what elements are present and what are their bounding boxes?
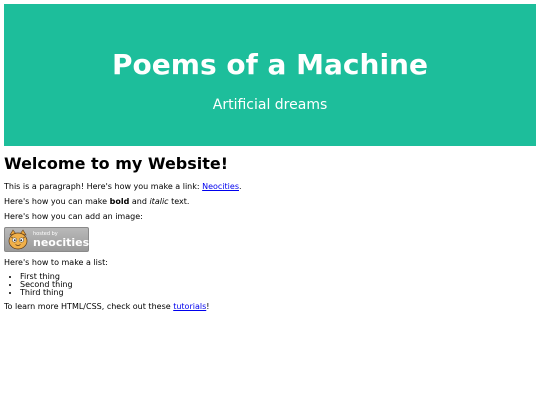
badge-brand-text: neocities [33,236,90,249]
neocities-link[interactable]: Neocities [202,182,239,191]
list-item: First thing [20,273,534,281]
paragraph-list-intro: Here's how to make a list: [4,258,108,267]
paragraph-text: ! [206,302,210,311]
paragraph-link-example: This is a paragraph! Here's how you make… [4,182,534,192]
site-title: Poems of a Machine [112,48,428,81]
tutorials-link[interactable]: tutorials [173,302,206,311]
example-list: First thing Second thing Third thing [4,273,534,297]
list-item: Second thing [20,281,534,289]
hero-banner: Poems of a Machine Artificial dreams [4,4,536,146]
paragraph-tutorials: To learn more HTML/CSS, check out these … [4,302,534,312]
paragraph-image-intro: Here's how you can add an image: [4,212,143,221]
bold-text: bold [109,197,130,206]
welcome-heading: Welcome to my Website! [4,154,229,173]
paragraph-text: and [129,197,150,206]
paragraph-text: text. [168,197,190,206]
list-item: Third thing [20,289,534,297]
paragraph-text: This is a paragraph! Here's how you make… [4,182,203,191]
paragraph-text: Here's how you can make [4,197,110,206]
italic-text: italic [149,197,169,206]
paragraph-text: To learn more HTML/CSS, check out these [4,302,174,311]
paragraph-text: . [239,182,242,191]
paragraph-formatting-example: Here's how you can make bold and italic … [4,197,534,207]
hosted-by-neocities-badge: hosted by neocities [4,227,89,252]
neocities-cat-icon [8,229,28,250]
site-subtitle: Artificial dreams [212,97,328,113]
main-content: Welcome to my Website! This is a paragra… [4,154,534,317]
